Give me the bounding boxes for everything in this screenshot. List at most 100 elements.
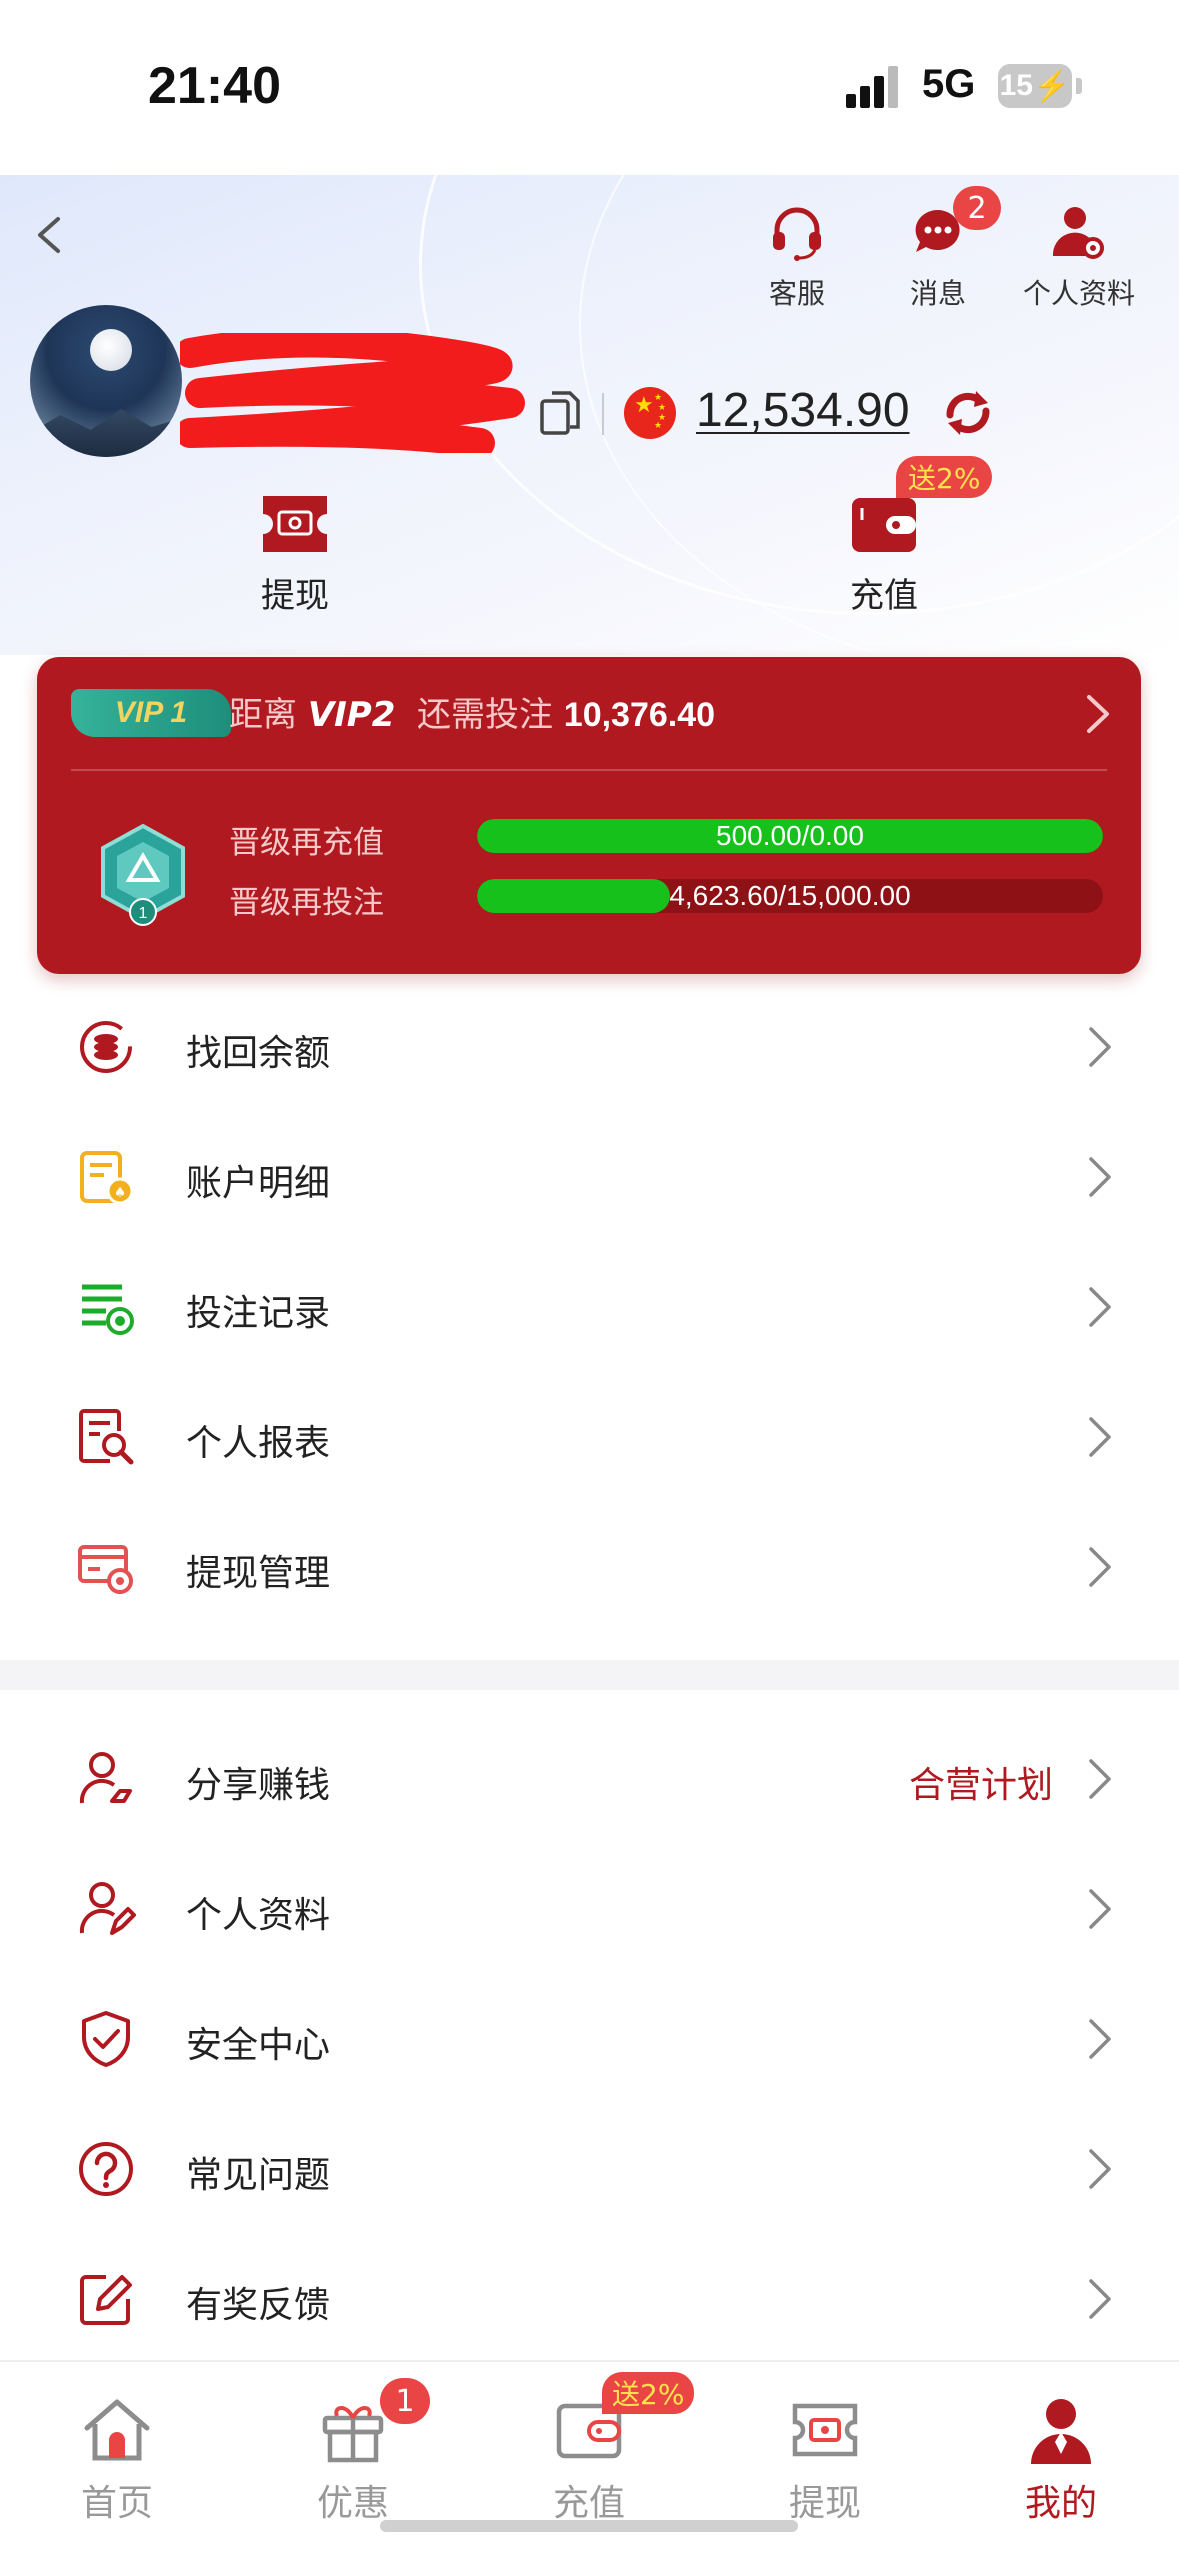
- balance-amount: 12,534.90: [696, 384, 910, 437]
- battery-tip: [1076, 78, 1082, 94]
- profile-icon: [1031, 2399, 1091, 2464]
- withdraw-manage-icon: [78, 1545, 133, 1594]
- nav-deposit-label: 充值: [552, 2483, 625, 2524]
- vip-next-level-text: 距离 VIP2 还需投注 10,376.40: [229, 687, 715, 736]
- network-label: 5G: [922, 62, 976, 106]
- menu-label: 个人资料: [186, 1895, 331, 1936]
- bet-progress-text: 4,623.60/15,000.00: [669, 880, 911, 911]
- signal-icon: [846, 64, 906, 108]
- report-search-icon: [79, 1409, 134, 1465]
- menu-item-feedback[interactable]: 有奖反馈: [0, 2234, 1179, 2364]
- profile-settings-button[interactable]: 个人资料: [1014, 200, 1144, 312]
- vip-need-amount: 10,376.40: [563, 696, 716, 734]
- vip-next-prefix: 距离: [229, 695, 297, 735]
- chevron-right-icon: [1089, 1547, 1111, 1587]
- withdraw-ticket-icon: [263, 496, 327, 552]
- chevron-right-icon: [1089, 2019, 1111, 2059]
- chevron-right-icon: [1089, 1417, 1111, 1457]
- bet-record-icon: [82, 1284, 134, 1335]
- avatar[interactable]: [30, 305, 182, 457]
- vip-level-badge: VIP 1: [71, 689, 231, 737]
- home-icon: [84, 2399, 150, 2461]
- menu-label: 安全中心: [186, 2025, 331, 2066]
- nav-promotions-label: 优惠: [316, 2483, 389, 2524]
- svg-text:♠: ♠: [114, 1185, 127, 1201]
- menu-item-personal-report[interactable]: 个人报表: [0, 1372, 1179, 1502]
- menu-label: 个人报表: [186, 1423, 331, 1464]
- withdraw-button[interactable]: 提现: [195, 490, 395, 617]
- refresh-icon[interactable]: [940, 385, 996, 441]
- headset-icon: [773, 207, 821, 261]
- deposit-promo-tag: 送2%: [896, 456, 993, 498]
- profile-settings-label: 个人资料: [1022, 277, 1135, 310]
- menu-item-security-center[interactable]: 安全中心: [0, 1974, 1179, 2104]
- chevron-right-icon: [1089, 1287, 1111, 1327]
- chevron-right-icon[interactable]: [1083, 691, 1113, 737]
- section-divider: [0, 1660, 1179, 1690]
- menu-item-share-earn[interactable]: 分享赚钱 合营计划: [0, 1714, 1179, 1844]
- chevron-right-icon: [1089, 2149, 1111, 2189]
- account-detail-icon: ♠: [80, 1151, 134, 1205]
- customer-service-button[interactable]: 客服: [732, 200, 862, 312]
- messages-button[interactable]: 2 消息: [873, 186, 1003, 312]
- deposit-progress-text: 500.00/0.00: [716, 820, 864, 851]
- menu-item-account-detail[interactable]: ♠ 账户明细: [0, 1112, 1179, 1242]
- bet-progress-bar: 4,623.60/15,000.00: [477, 879, 1103, 913]
- chevron-right-icon: [1089, 1759, 1111, 1799]
- chevron-right-icon: [1089, 2279, 1111, 2319]
- nav-promotions[interactable]: 1 优惠: [278, 2378, 430, 2526]
- divider: [602, 393, 604, 435]
- menu-label: 账户明细: [186, 1163, 331, 1204]
- copy-icon[interactable]: [538, 389, 582, 437]
- vip-next-level: VIP2: [307, 695, 396, 735]
- menu-item-faq[interactable]: 常见问题: [0, 2104, 1179, 2234]
- deposit-progress-bar: 500.00/0.00: [477, 819, 1103, 853]
- vip-card[interactable]: VIP 1 距离 VIP2 还需投注 10,376.40 1 晋级再充值 500…: [37, 657, 1141, 974]
- vip-divider: [71, 769, 1107, 771]
- bet-progress-label: 晋级再投注: [229, 885, 384, 921]
- chevron-right-icon: [1089, 1157, 1111, 1197]
- china-flag-icon: ★ ★ ★ ★ ★: [624, 387, 676, 439]
- nav-withdraw[interactable]: 提现: [750, 2392, 900, 2526]
- menu-item-bet-record[interactable]: 投注记录: [0, 1242, 1179, 1372]
- back-arrow-icon[interactable]: [20, 205, 80, 265]
- chevron-right-icon: [1089, 1889, 1111, 1929]
- deposit-progress-label: 晋级再充值: [229, 825, 384, 861]
- menu-label: 提现管理: [186, 1553, 331, 1594]
- message-count-badge: 2: [953, 186, 1001, 230]
- nav-home-label: 首页: [80, 2483, 153, 2524]
- profile-header: 客服 2 消息 个人资料 ★ ★ ★ ★ ★ 12,534.90 提现 送2% …: [0, 175, 1179, 655]
- avatar-mountains: [30, 409, 182, 457]
- vip-need-text: 还需投注: [416, 695, 553, 735]
- messages-label: 消息: [909, 277, 966, 310]
- battery-icon: 15 ⚡: [998, 64, 1072, 108]
- coins-recover-icon: [80, 1021, 132, 1073]
- status-time: 21:40: [148, 57, 281, 115]
- home-indicator: [380, 2520, 798, 2532]
- menu-label: 常见问题: [186, 2155, 331, 2196]
- nav-deposit-promo-tag: 送2%: [602, 2372, 695, 2414]
- withdraw-label: 提现: [261, 576, 329, 616]
- nav-mine[interactable]: 我的: [986, 2392, 1136, 2526]
- partner-plan-link[interactable]: 合营计划: [909, 1756, 1053, 1808]
- wallet-icon: [852, 498, 916, 552]
- menu-label: 有奖反馈: [186, 2285, 331, 2326]
- shield-check-icon: [82, 2011, 130, 2067]
- menu-item-recover-balance[interactable]: 找回余额: [0, 982, 1179, 1112]
- nav-deposit[interactable]: 送2% 充值: [514, 2372, 695, 2526]
- user-edit-icon: [79, 1882, 136, 1935]
- nav-mine-label: 我的: [1024, 2483, 1097, 2524]
- menu-item-profile[interactable]: 个人资料: [0, 1844, 1179, 1974]
- user-gear-icon: [1052, 207, 1104, 259]
- deposit-label: 充值: [850, 576, 918, 616]
- username-redacted: [180, 333, 525, 453]
- deposit-button[interactable]: 送2% 充值: [784, 456, 993, 617]
- menu-item-withdraw-manage[interactable]: 提现管理: [0, 1502, 1179, 1632]
- vip-shield-icon: 1: [101, 823, 185, 926]
- vip-shield-level: 1: [139, 905, 148, 922]
- nav-home[interactable]: 首页: [42, 2392, 192, 2526]
- nav-withdraw-label: 提现: [788, 2483, 861, 2524]
- ticket-cash-icon: [792, 2403, 858, 2457]
- question-icon: [79, 2142, 133, 2196]
- battery-level: 15: [999, 69, 1033, 102]
